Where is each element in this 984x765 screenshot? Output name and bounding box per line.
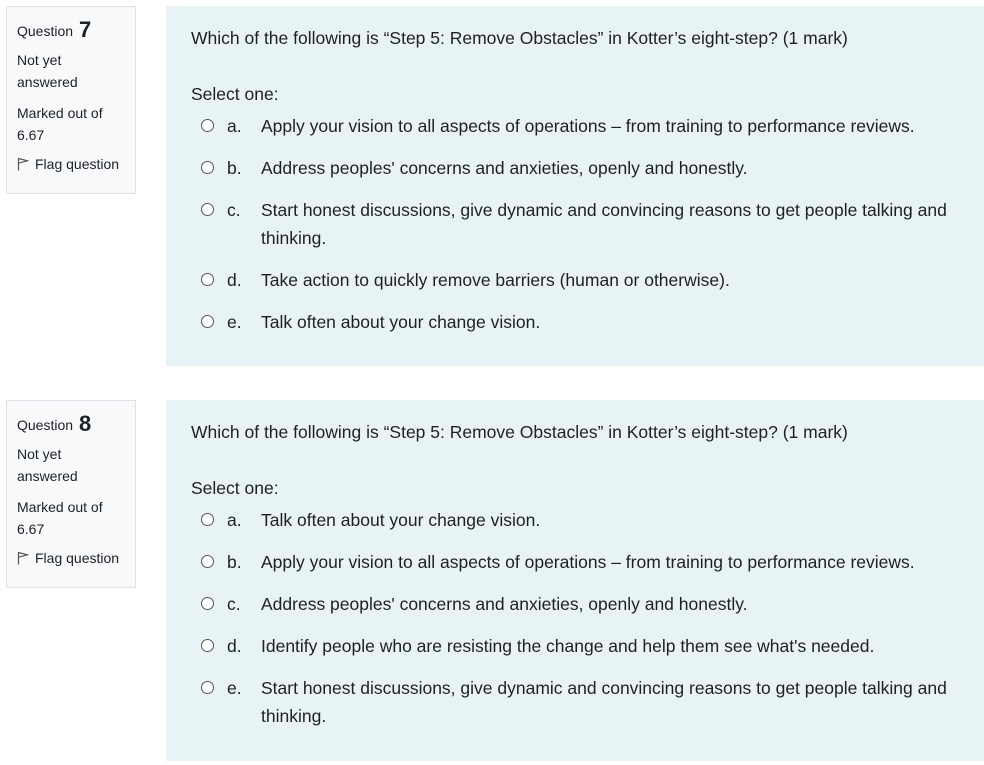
option-text[interactable]: Talk often about your change vision.	[261, 506, 981, 534]
answer-option[interactable]: b. Apply your vision to all aspects of o…	[191, 548, 984, 576]
option-letter: d.	[227, 270, 242, 290]
radio-button[interactable]	[201, 119, 214, 132]
radio-button[interactable]	[201, 597, 214, 610]
radio-button[interactable]	[201, 161, 214, 174]
radio-button[interactable]	[201, 513, 214, 526]
option-letter: b.	[227, 158, 242, 178]
question-text: Which of the following is “Step 5: Remov…	[191, 422, 848, 442]
radio-button[interactable]	[201, 681, 214, 694]
option-letter: d.	[227, 636, 242, 656]
radio-button[interactable]	[201, 639, 214, 652]
question-info-panel: Question 8 Not yet answered Marked out o…	[6, 400, 136, 588]
question-number-value: 8	[78, 411, 92, 436]
option-text[interactable]: Apply your vision to all aspects of oper…	[261, 548, 981, 576]
answer-option[interactable]: b. Address peoples' concerns and anxieti…	[191, 154, 984, 182]
question-grade: Marked out of 6.67	[17, 499, 103, 537]
question-label: Question	[17, 23, 74, 39]
flag-question-label: Flag question	[35, 550, 120, 566]
answer-option[interactable]: c. Address peoples' concerns and anxieti…	[191, 590, 984, 618]
option-text[interactable]: Apply your vision to all aspects of oper…	[261, 112, 981, 140]
answer-option[interactable]: a. Apply your vision to all aspects of o…	[191, 112, 984, 140]
flag-icon	[17, 551, 29, 565]
answer-option[interactable]: d. Identify people who are resisting the…	[191, 632, 984, 660]
question-number-value: 7	[78, 17, 92, 42]
option-letter: c.	[227, 594, 241, 614]
answer-option[interactable]: d. Take action to quickly remove barrier…	[191, 266, 984, 294]
radio-button[interactable]	[201, 555, 214, 568]
question-content: Which of the following is “Step 5: Remov…	[166, 6, 984, 366]
answer-option[interactable]: c. Start honest discussions, give dynami…	[191, 196, 984, 252]
flag-question-label: Flag question	[35, 156, 120, 172]
question-label: Question	[17, 417, 74, 433]
question-state: Not yet answered	[17, 446, 78, 484]
option-text[interactable]: Talk often about your change vision.	[261, 308, 981, 336]
option-text[interactable]: Take action to quickly remove barriers (…	[261, 266, 981, 294]
option-letter: a.	[227, 510, 242, 530]
answer-option[interactable]: a. Talk often about your change vision.	[191, 506, 984, 534]
question-number: Question 8	[17, 411, 125, 437]
flag-question-link[interactable]: Flag question	[17, 550, 125, 566]
radio-button[interactable]	[201, 315, 214, 328]
option-text[interactable]: Start honest discussions, give dynamic a…	[261, 674, 981, 730]
question-state: Not yet answered	[17, 52, 78, 90]
answer-option[interactable]: e. Talk often about your change vision.	[191, 308, 984, 336]
answer-prompt: Select one:	[191, 84, 279, 104]
option-text[interactable]: Address peoples' concerns and anxieties,…	[261, 154, 981, 182]
answer-option[interactable]: e. Start honest discussions, give dynami…	[191, 674, 984, 730]
radio-button[interactable]	[201, 273, 214, 286]
flag-question-link[interactable]: Flag question	[17, 156, 125, 172]
option-text[interactable]: Identify people who are resisting the ch…	[261, 632, 981, 660]
answer-prompt: Select one:	[191, 478, 279, 498]
question-grade: Marked out of 6.67	[17, 105, 103, 143]
option-letter: b.	[227, 552, 242, 572]
flag-icon	[17, 157, 29, 171]
answer-list: a. Talk often about your change vision. …	[191, 506, 984, 730]
question-info-panel: Question 7 Not yet answered Marked out o…	[6, 6, 136, 194]
option-letter: e.	[227, 678, 242, 698]
option-letter: c.	[227, 200, 241, 220]
radio-button[interactable]	[201, 203, 214, 216]
answer-list: a. Apply your vision to all aspects of o…	[191, 112, 984, 336]
option-letter: a.	[227, 116, 242, 136]
option-letter: e.	[227, 312, 242, 332]
question-text: Which of the following is “Step 5: Remov…	[191, 28, 848, 48]
option-text[interactable]: Start honest discussions, give dynamic a…	[261, 196, 981, 252]
question-number: Question 7	[17, 17, 125, 43]
question-content: Which of the following is “Step 5: Remov…	[166, 400, 984, 761]
option-text[interactable]: Address peoples' concerns and anxieties,…	[261, 590, 981, 618]
